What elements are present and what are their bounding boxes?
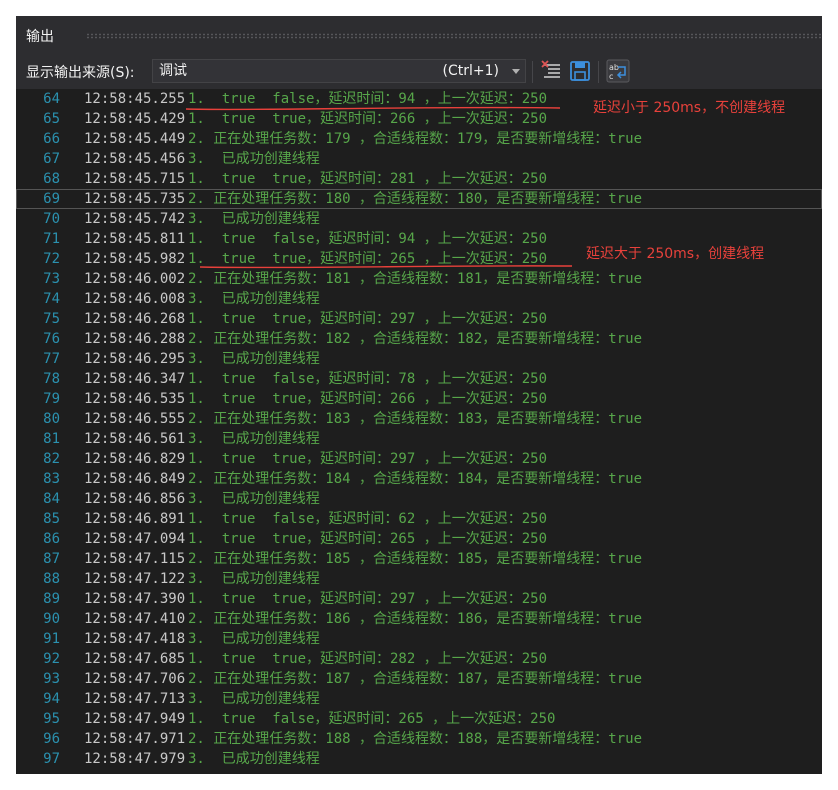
underline-row-64	[185, 106, 561, 111]
underline-row-72	[199, 265, 573, 269]
annotation-no-create: 延迟小于 250ms，不创建线程	[593, 100, 786, 116]
annotation-create: 延迟大于 250ms，创建线程	[586, 246, 765, 262]
annotation-ink	[185, 106, 573, 269]
